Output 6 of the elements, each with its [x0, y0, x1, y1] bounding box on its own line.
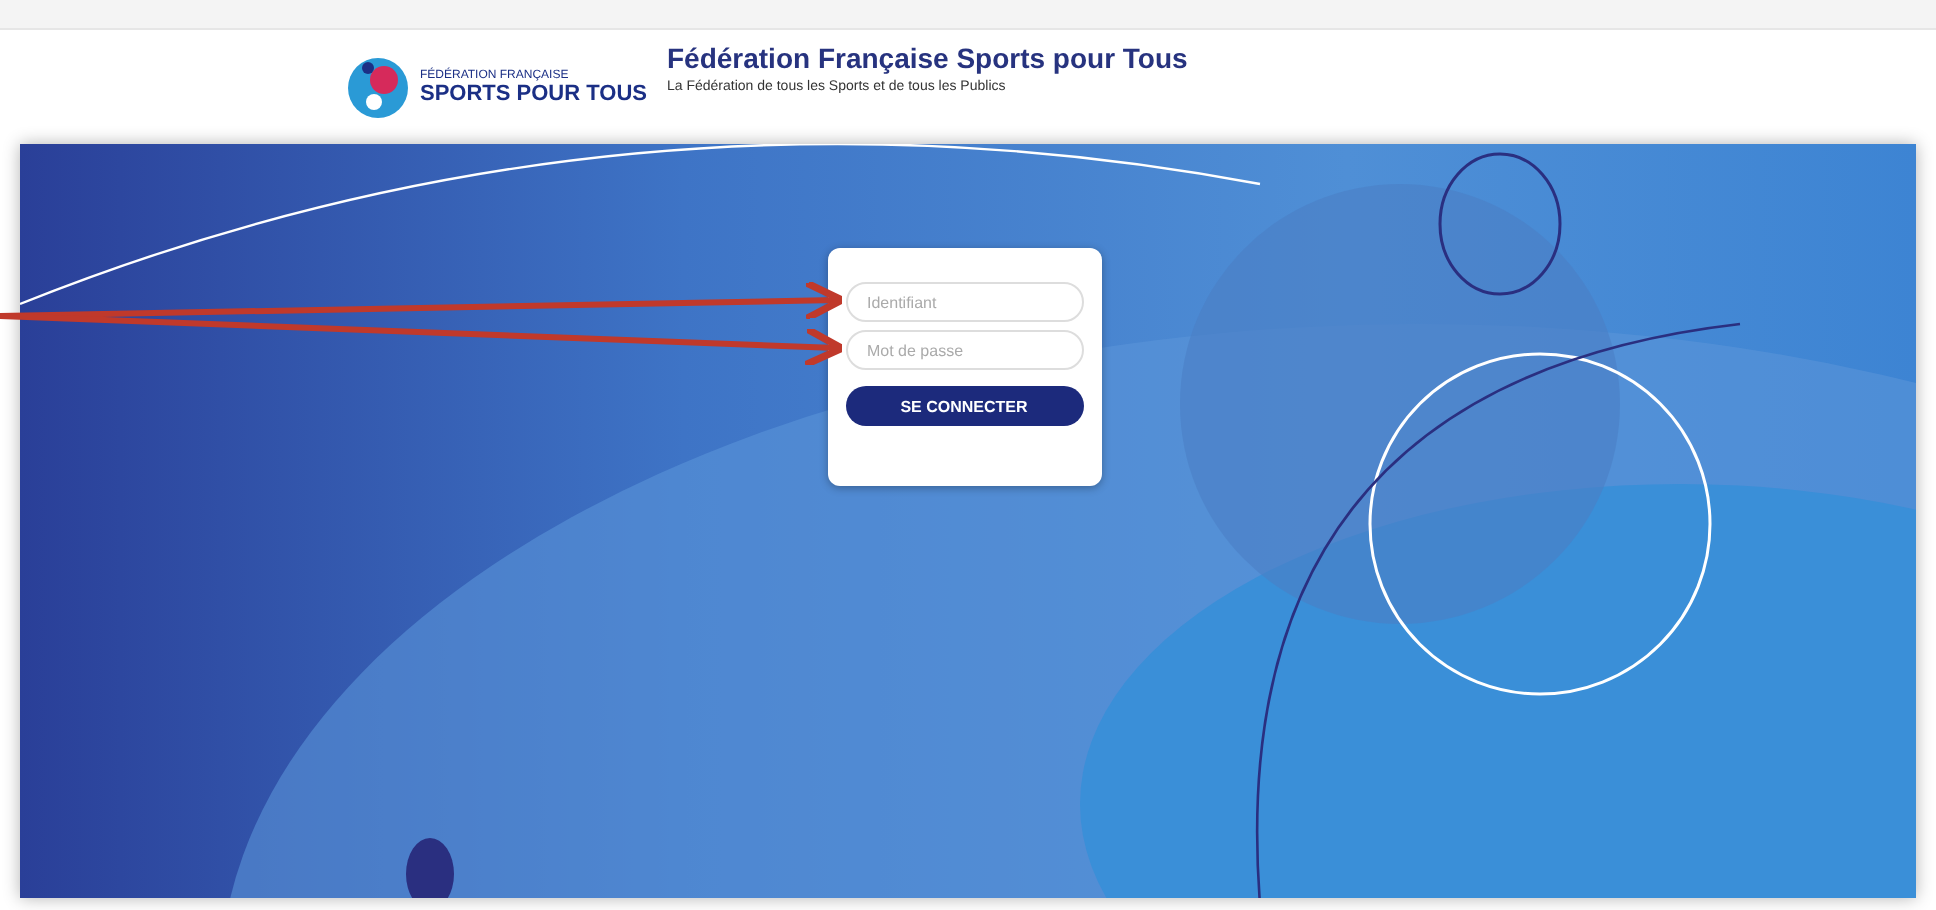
logo-text: SPORTS POUR TOUS — [420, 82, 647, 106]
password-field[interactable]: Mot de passe — [845, 330, 1083, 370]
login-button[interactable]: SE CONNECTER — [845, 386, 1083, 426]
username-field[interactable]: Identifiant — [845, 282, 1083, 322]
site-title: Fédération Française Sports pour Tous — [666, 42, 1188, 74]
logo-icon — [344, 54, 412, 122]
